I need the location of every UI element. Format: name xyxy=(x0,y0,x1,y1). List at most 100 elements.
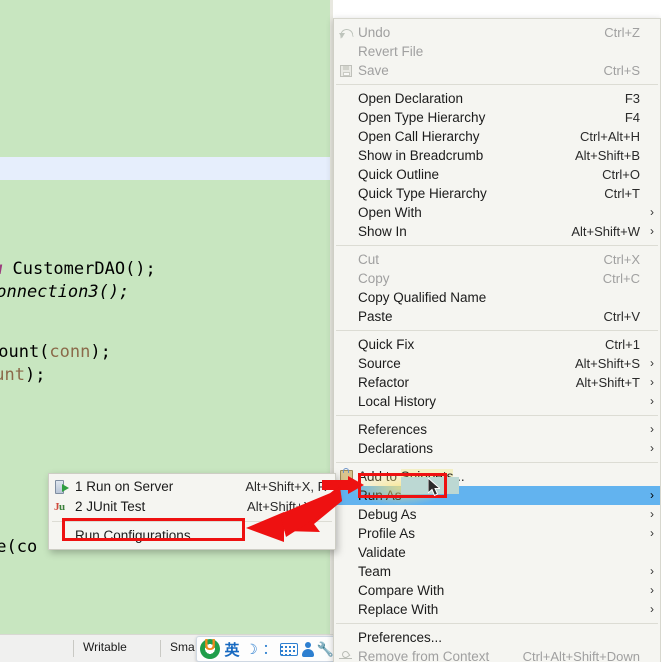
menu-item-icon-slot xyxy=(334,543,358,562)
menu-item-label: Quick Type Hierarchy xyxy=(358,186,487,201)
menu-item-accelerator: F4 xyxy=(624,110,640,125)
submenu-item-run-configurations[interactable]: Run Configurations... xyxy=(49,526,335,546)
menu-item-label: Save xyxy=(358,63,389,78)
menu-item-show-in-breadcrumb[interactable]: Show in Breadcrumb Alt+Shift+B xyxy=(334,146,660,165)
menu-item-accelerator: Ctrl+Z xyxy=(604,25,640,40)
menu-item-label: Open Call Hierarchy xyxy=(358,129,480,144)
submenu-item-1-run-on-server[interactable]: 1 Run on Server Alt+Shift+X, R xyxy=(49,477,335,497)
submenu-item-icon-slot xyxy=(49,527,75,546)
run-as-submenu[interactable]: 1 Run on Server Alt+Shift+X, R Ju 2 JUnit T… xyxy=(48,473,336,550)
moon-icon[interactable]: ☽ xyxy=(244,637,259,661)
menu-item-label: Validate xyxy=(358,545,406,560)
chevron-right-icon: › xyxy=(650,394,654,408)
menu-item-open-with[interactable]: Open With › xyxy=(334,203,660,222)
menu-item-label: Open Declaration xyxy=(358,91,464,106)
menu-item-accelerator: Ctrl+1 xyxy=(604,337,640,352)
code-line: ount); xyxy=(0,364,45,387)
menu-item-refactor[interactable]: Refactor Alt+Shift+T › xyxy=(334,373,660,392)
snippet-keyword-highlight: Snippets xyxy=(400,469,454,484)
tools-icon[interactable]: 🔧 xyxy=(317,637,334,661)
menu-item-icon-slot xyxy=(334,89,358,108)
menu-item-show-in[interactable]: Show In Alt+Shift+W › xyxy=(334,222,660,241)
menu-item-source[interactable]: Source Alt+Shift+S › xyxy=(334,354,660,373)
menu-separator xyxy=(336,330,658,331)
menu-item-profile-as[interactable]: Profile As › xyxy=(334,524,660,543)
menu-item-accelerator: Ctrl+X xyxy=(603,252,640,267)
menu-item-debug-as[interactable]: Debug As › xyxy=(334,505,660,524)
menu-item-accelerator: Ctrl+C xyxy=(602,271,640,286)
code-line: Connection3(); xyxy=(0,281,129,304)
remove-from-context-icon xyxy=(339,651,353,662)
chevron-right-icon: › xyxy=(650,507,654,521)
menu-item-icon-slot xyxy=(334,307,358,326)
user-icon[interactable] xyxy=(301,637,315,661)
punctuation-icon[interactable]: ： xyxy=(262,637,277,661)
menu-item-icon-slot xyxy=(334,250,358,269)
menu-item-team[interactable]: Team › xyxy=(334,562,660,581)
menu-item-cut: Cut Ctrl+X xyxy=(334,250,660,269)
menu-item-copy-qualified-name[interactable]: Copy Qualified Name xyxy=(334,288,660,307)
menu-separator xyxy=(336,415,658,416)
code-token: conn xyxy=(49,342,91,362)
menu-item-icon-slot xyxy=(334,354,358,373)
code-token: ); xyxy=(90,342,111,362)
current-line-highlight xyxy=(0,157,330,180)
menu-item-icon-slot xyxy=(334,373,358,392)
menu-item-icon-slot xyxy=(334,42,358,61)
menu-item-icon-slot xyxy=(334,108,358,127)
undo-icon xyxy=(339,27,353,39)
snippet-icon xyxy=(339,468,353,483)
menu-item-validate[interactable]: Validate xyxy=(334,543,660,562)
ime-toolbar[interactable]: 英 ☽ ： 🔧 xyxy=(196,636,341,662)
soft-keyboard-icon[interactable] xyxy=(280,637,298,661)
menu-item-icon-slot xyxy=(334,222,358,241)
menu-item-revert-file: Revert File xyxy=(334,42,660,61)
menu-item-quick-outline[interactable]: Quick Outline Ctrl+O xyxy=(334,165,660,184)
menu-item-label: Copy Qualified Name xyxy=(358,290,487,305)
menu-item-open-declaration[interactable]: Open Declaration F3 xyxy=(334,89,660,108)
menu-item-label: Refactor xyxy=(358,375,410,390)
chevron-right-icon: › xyxy=(650,205,654,219)
menu-item-accelerator: Alt+Shift+S xyxy=(574,356,640,371)
status-divider xyxy=(160,640,161,657)
submenu-item-2-junit-test[interactable]: Ju 2 JUnit Test Alt+Shift+X, T xyxy=(49,497,335,517)
menu-item-label: Declarations xyxy=(358,441,434,456)
chevron-right-icon: › xyxy=(650,583,654,597)
menu-item-undo: Undo Ctrl+Z xyxy=(334,23,660,42)
menu-item-local-history[interactable]: Local History › xyxy=(334,392,660,411)
menu-item-icon-slot xyxy=(334,335,358,354)
menu-item-label: Show in Breadcrumb xyxy=(358,148,484,163)
menu-item-icon-slot xyxy=(334,505,358,524)
menu-item-run-as[interactable]: Run As › xyxy=(334,486,660,505)
ime-mode-label[interactable]: 英 xyxy=(223,637,241,661)
menu-item-accelerator: Ctrl+Alt+Shift+Down xyxy=(522,649,640,662)
menu-item-icon-slot xyxy=(334,23,358,42)
menu-item-icon-slot xyxy=(334,486,358,505)
menu-item-label: Open With xyxy=(358,205,422,220)
junit-icon: Ju xyxy=(54,501,65,513)
menu-item-icon-slot xyxy=(334,439,358,458)
code-token: re(co xyxy=(0,537,38,557)
menu-item-add-to-snippets[interactable]: Add to Snippets... xyxy=(334,467,660,486)
context-menu[interactable]: Undo Ctrl+Z Revert File Save Ctrl+S Open Decl… xyxy=(333,18,661,662)
menu-item-compare-with[interactable]: Compare With › xyxy=(334,581,660,600)
menu-item-label: Add to Snippets... xyxy=(358,469,465,484)
menu-item-label: References xyxy=(358,422,428,437)
menu-item-references[interactable]: References › xyxy=(334,420,660,439)
menu-item-declarations[interactable]: Declarations › xyxy=(334,439,660,458)
submenu-item-accelerator: Alt+Shift+X, T xyxy=(247,499,327,514)
menu-item-paste[interactable]: Paste Ctrl+V xyxy=(334,307,660,326)
ime-logo-icon[interactable] xyxy=(200,637,220,661)
submenu-item-accelerator: Alt+Shift+X, R xyxy=(245,479,327,494)
menu-item-quick-fix[interactable]: Quick Fix Ctrl+1 xyxy=(334,335,660,354)
menu-item-icon-slot xyxy=(334,127,358,146)
menu-item-label: Quick Fix xyxy=(358,337,415,352)
menu-item-preferences[interactable]: Preferences... xyxy=(334,628,660,647)
menu-item-open-call-hierarchy[interactable]: Open Call Hierarchy Ctrl+Alt+H xyxy=(334,127,660,146)
chevron-right-icon: › xyxy=(650,564,654,578)
menu-item-open-type-hierarchy[interactable]: Open Type Hierarchy F4 xyxy=(334,108,660,127)
menu-item-replace-with[interactable]: Replace With › xyxy=(334,600,660,619)
menu-item-icon-slot xyxy=(334,146,358,165)
menu-item-quick-type-hierarchy[interactable]: Quick Type Hierarchy Ctrl+T xyxy=(334,184,660,203)
menu-item-icon-slot xyxy=(334,269,358,288)
